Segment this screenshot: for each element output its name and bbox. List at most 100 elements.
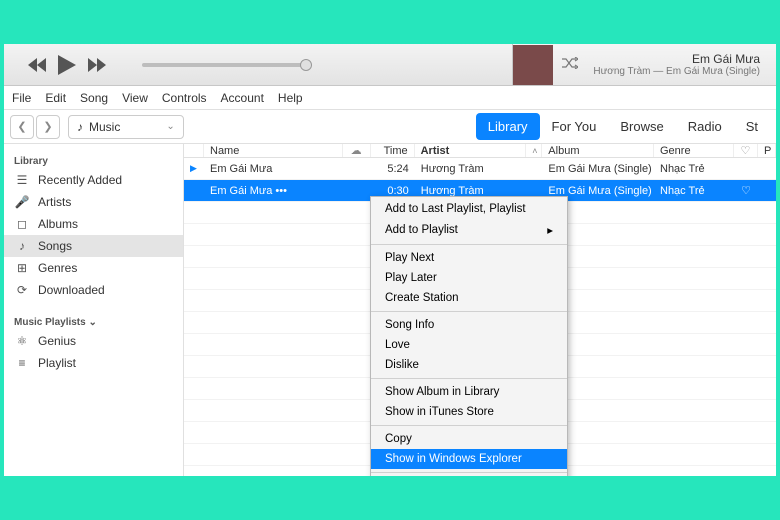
prev-button[interactable] <box>28 58 46 72</box>
cloud-icon[interactable]: ☁ <box>343 144 371 157</box>
tab-st[interactable]: St <box>734 113 770 140</box>
col-time[interactable]: Time <box>371 144 415 157</box>
sidebar-item-artists[interactable]: 🎤 Artists <box>4 191 183 213</box>
col-last[interactable]: P <box>758 144 776 157</box>
menu-item-label: Add to Playlist <box>385 224 458 236</box>
menu-item-label: Show Album in Library <box>385 386 499 398</box>
col-album[interactable]: Album <box>542 144 654 157</box>
tab-library[interactable]: Library <box>476 113 540 140</box>
menu-separator <box>371 311 567 312</box>
sidebar-item-icon: ☰ <box>14 173 30 187</box>
album-art[interactable] <box>513 45 553 85</box>
context-menu: Add to Last Playlist, PlaylistAdd to Pla… <box>370 196 568 476</box>
menu-item-label: Love <box>385 339 410 351</box>
menu-item-label: Play Next <box>385 252 434 264</box>
playback-controls <box>4 55 130 75</box>
forward-button[interactable]: ❯ <box>36 115 60 139</box>
menu-item-show-album-in-library[interactable]: Show Album in Library <box>371 382 567 402</box>
menu-item-play-next[interactable]: Play Next <box>371 248 567 268</box>
itunes-window: Em Gái Mưa Hương Tràm — Em Gái Mưa (Sing… <box>4 44 776 476</box>
now-playing-subtitle: Hương Tràm — Em Gái Mưa (Single) <box>593 66 760 77</box>
back-button[interactable]: ❮ <box>10 115 34 139</box>
menu-edit[interactable]: Edit <box>45 91 66 105</box>
sidebar-item-label: Genius <box>38 334 76 348</box>
sidebar-item-albums[interactable]: ◻ Albums <box>4 213 183 235</box>
cell-album: Em Gái Mưa (Single) <box>542 158 654 179</box>
tab-browse[interactable]: Browse <box>608 113 675 140</box>
menu-song[interactable]: Song <box>80 91 108 105</box>
sidebar: Library ☰ Recently Added 🎤 Artists ◻ Albums ♪ S… <box>4 144 184 476</box>
cell-artist: Hương Tràm <box>415 158 527 179</box>
tab-for-you[interactable]: For You <box>540 113 609 140</box>
sidebar-item-icon: 🎤 <box>14 195 30 209</box>
col-name[interactable]: Name <box>204 144 343 157</box>
sidebar-item-label: Albums <box>38 217 78 231</box>
sidebar-item-label: Artists <box>38 195 71 209</box>
tab-radio[interactable]: Radio <box>676 113 734 140</box>
sidebar-item-label: Genres <box>38 261 77 275</box>
sidebar-item-songs[interactable]: ♪ Songs <box>4 235 183 257</box>
menu-item-add-to-playlist[interactable]: Add to Playlist ▸ <box>371 219 567 241</box>
cell-genre: Nhạc Trẻ <box>654 158 734 179</box>
sidebar-item-recently-added[interactable]: ☰ Recently Added <box>4 169 183 191</box>
loved-icon[interactable]: ♡ <box>734 180 758 201</box>
sidebar-item-icon: ⟳ <box>14 283 30 297</box>
col-artist[interactable]: Artist <box>415 144 527 157</box>
sidebar-item-playlist[interactable]: ≡Playlist <box>4 352 183 374</box>
cell-genre: Nhạc Trẻ <box>654 180 734 201</box>
menu-item-show-in-itunes-store[interactable]: Show in iTunes Store <box>371 402 567 422</box>
menu-file[interactable]: File <box>12 91 31 105</box>
sidebar-item-genius[interactable]: ⚛ Genius <box>4 330 183 352</box>
menu-account[interactable]: Account <box>221 91 264 105</box>
loved-icon[interactable] <box>734 158 758 179</box>
menu-item-create-station[interactable]: Create Station <box>371 288 567 308</box>
volume-slider[interactable] <box>142 63 312 67</box>
sidebar-item-icon: ◻ <box>14 217 30 231</box>
sidebar-header-library: Library <box>4 150 183 169</box>
menu-item-add-to-last-playlist-playlist[interactable]: Add to Last Playlist, Playlist <box>371 199 567 219</box>
menu-view[interactable]: View <box>122 91 148 105</box>
menu-bar: File Edit Song View Controls Account Hel… <box>4 86 776 110</box>
menu-item-label: Dislike <box>385 359 419 371</box>
menu-separator <box>371 425 567 426</box>
play-button[interactable] <box>58 55 76 75</box>
menu-item-copy[interactable]: Copy <box>371 429 567 449</box>
col-genre[interactable]: Genre <box>654 144 734 157</box>
menu-item-dislike[interactable]: Dislike <box>371 355 567 375</box>
chevron-down-icon: ⌄ <box>166 121 174 132</box>
menu-help[interactable]: Help <box>278 91 303 105</box>
table-row[interactable]: ▶ Em Gái Mưa 5:24Hương Tràm Em Gái Mưa (Sin… <box>184 158 776 180</box>
menu-separator <box>371 244 567 245</box>
track-list: Name ☁ Time Artist ˄ Album Genre ♡ P ▶ Em… <box>184 144 776 476</box>
now-playing-indicator-icon: ▶ <box>190 163 197 174</box>
sidebar-item-icon: ⚛ <box>14 334 30 348</box>
shuffle-icon[interactable] <box>553 56 587 74</box>
chevron-down-icon: ⌄ <box>88 317 96 328</box>
media-selector[interactable]: ♪ Music ⌄ <box>68 115 184 139</box>
cell-time: 5:24 <box>371 158 415 179</box>
menu-item-love[interactable]: Love <box>371 335 567 355</box>
next-button[interactable] <box>88 58 106 72</box>
sidebar-item-label: Recently Added <box>38 173 122 187</box>
menu-item-play-later[interactable]: Play Later <box>371 268 567 288</box>
menu-item-label: Play Later <box>385 272 437 284</box>
sidebar-item-icon: ♪ <box>14 239 30 253</box>
sidebar-item-icon: ≡ <box>14 356 30 370</box>
column-headers: Name ☁ Time Artist ˄ Album Genre ♡ P <box>184 144 776 158</box>
sidebar-item-genres[interactable]: ⊞Genres <box>4 257 183 279</box>
menu-item-label: Copy <box>385 433 412 445</box>
menu-separator <box>371 472 567 473</box>
sidebar-item-label: Downloaded <box>38 283 105 297</box>
sidebar-item-label: Songs <box>38 239 72 253</box>
menu-item-label: Create Station <box>385 292 459 304</box>
heart-icon[interactable]: ♡ <box>734 144 758 157</box>
cell-name: Em Gái Mưa <box>204 158 343 179</box>
music-icon: ♪ <box>77 120 83 134</box>
submenu-arrow-icon: ▸ <box>547 223 553 237</box>
now-playing-box: Em Gái Mưa Hương Tràm — Em Gái Mưa (Sing… <box>512 44 776 85</box>
menu-item-label: Song Info <box>385 319 434 331</box>
menu-item-show-in-windows-explorer[interactable]: Show in Windows Explorer <box>371 449 567 469</box>
menu-item-song-info[interactable]: Song Info <box>371 315 567 335</box>
sidebar-item-downloaded[interactable]: ⟳ Downloaded <box>4 279 183 301</box>
menu-controls[interactable]: Controls <box>162 91 207 105</box>
